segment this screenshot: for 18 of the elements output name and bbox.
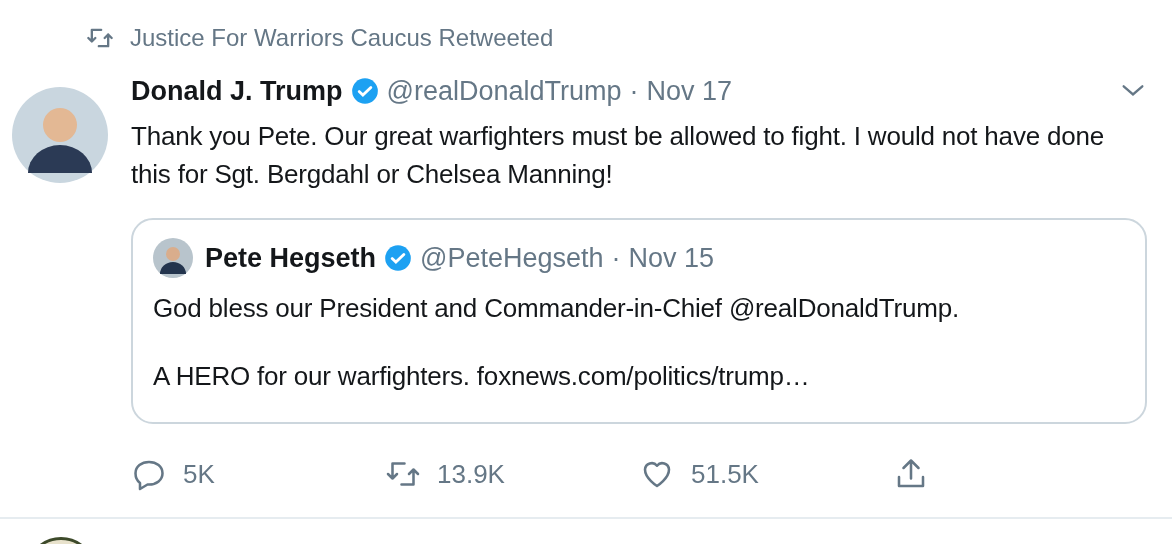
quoted-tweet-text: God bless our President and Commander-in-Chief @realDonaldTrump. — [153, 292, 960, 324]
retweet-context[interactable]: Justice For Warriors Caucus Retweeted — [130, 23, 554, 52]
quoted-author-handle: @PeteHegseth — [420, 242, 604, 274]
action-count: 13.9K — [437, 458, 505, 490]
tweet-date[interactable]: Nov 17 — [646, 75, 733, 107]
avatar[interactable] — [12, 87, 108, 183]
quoted-tweet-date: Nov 15 — [628, 242, 715, 274]
separator-dot: · — [629, 75, 639, 107]
tweet-text: Thank you Pete. Our great warfighters must be allowed to fight. I would not have done this for Sgt. Bergdahl or Chelsea Manning! — [131, 120, 1105, 191]
action-count: 5K — [183, 458, 215, 490]
quoted-avatar — [153, 238, 193, 278]
quoted-author-name: Pete Hegseth — [205, 242, 377, 274]
quoted-tweet-text: A HERO for our warfighters. foxnews.com/politics/trump… — [153, 360, 811, 392]
author-handle[interactable]: @realDonaldTrump — [386, 75, 622, 107]
separator-dot: · — [611, 242, 621, 274]
action-count: 51.5K — [691, 458, 759, 490]
author-name[interactable]: Donald J. Trump — [131, 75, 343, 107]
quoted-tweet-card[interactable]: Pete Hegseth @PeteHegseth · Nov 15 God bless our President and Commander-in-Chief @realDonaldTrump. A HERO for our warfighters. foxnews.com/politics/trump… — [131, 218, 1147, 424]
